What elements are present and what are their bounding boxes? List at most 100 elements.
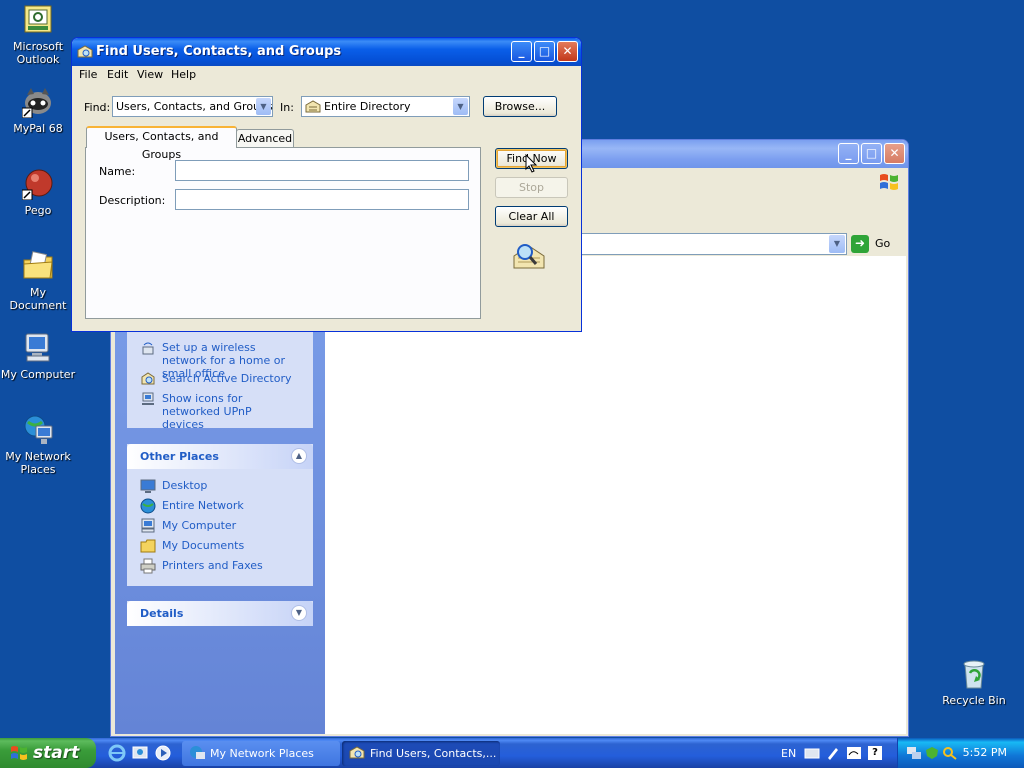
place-label: My Computer xyxy=(162,519,237,532)
outlook-icon xyxy=(22,4,54,36)
search-criteria-panel: Name: Description: xyxy=(85,147,481,319)
menu-bar: File Edit View Help xyxy=(75,66,578,85)
taskbar-item-find-users[interactable]: Find Users, Contacts,... xyxy=(342,741,500,766)
find-users-icon xyxy=(77,44,93,60)
find-label: Find: xyxy=(84,101,111,114)
find-type-select[interactable]: Users, Contacts, and Groups ▼ xyxy=(112,96,273,117)
chevron-down-icon[interactable]: ▼ xyxy=(291,605,307,621)
desktop-icon-outlook[interactable]: Microsoft Outlook xyxy=(0,4,76,66)
go-button[interactable]: ➜ Go xyxy=(851,235,897,253)
name-input[interactable] xyxy=(175,160,469,181)
place-label: My Documents xyxy=(162,539,245,552)
taskbar-item-network-places[interactable]: My Network Places xyxy=(182,741,340,766)
chevron-down-icon[interactable]: ▼ xyxy=(453,98,468,115)
desktop-icon-pego[interactable]: Pego xyxy=(0,168,76,217)
desktop-icon-label: My Network Places xyxy=(5,450,71,476)
internet-explorer-icon[interactable] xyxy=(108,744,126,762)
search-animation-icon xyxy=(512,240,546,274)
desktop-icon-label: Microsoft Outlook xyxy=(12,40,64,66)
description-input[interactable] xyxy=(175,189,469,210)
find-dialog-titlebar[interactable]: Find Users, Contacts, and Groups _ □ ✕ xyxy=(72,38,581,66)
clear-all-button[interactable]: Clear All xyxy=(495,206,568,227)
desktop: Microsoft Outlook MyPal 68 Pego My Docum… xyxy=(0,0,1024,738)
my-documents-icon xyxy=(140,538,156,554)
maximize-button[interactable]: □ xyxy=(534,41,555,62)
details-box: Details ▼ xyxy=(127,601,313,626)
stop-button[interactable]: Stop xyxy=(495,177,568,198)
desktop-icon-label: Recycle Bin xyxy=(942,694,1006,707)
desktop-icon-label: Pego xyxy=(24,204,52,217)
menu-view[interactable]: View xyxy=(137,68,163,81)
desktop-icon-label: My Document xyxy=(9,286,67,312)
close-button[interactable]: ✕ xyxy=(557,41,578,62)
start-label: start xyxy=(33,743,80,763)
keyboard-icon[interactable] xyxy=(804,746,820,760)
place-label: Printers and Faxes xyxy=(162,559,263,572)
printer-icon xyxy=(140,558,156,574)
find-users-dialog[interactable]: Find Users, Contacts, and Groups _ □ ✕ F… xyxy=(71,37,582,332)
desktop-icon-mypal[interactable]: MyPal 68 xyxy=(0,86,76,135)
my-documents-icon xyxy=(22,250,54,282)
desktop-icon-network-places[interactable]: My Network Places xyxy=(0,414,76,476)
desktop-icon-recycle-bin[interactable]: Recycle Bin xyxy=(936,658,1012,707)
chevron-up-icon[interactable]: ▲ xyxy=(291,448,307,464)
place-label: Entire Network xyxy=(162,499,244,512)
windows-logo-icon xyxy=(10,745,28,761)
mypal-icon xyxy=(21,86,54,119)
minimize-button[interactable]: _ xyxy=(838,143,859,164)
task-label: Show icons for networked UPnP devices xyxy=(162,392,252,431)
details-title: Details xyxy=(140,607,184,620)
clock[interactable]: 5:52 PM xyxy=(963,746,1007,759)
details-header[interactable]: Details ▼ xyxy=(127,601,313,626)
my-computer-icon xyxy=(22,332,54,364)
task-label: Search Active Directory xyxy=(162,372,292,385)
security-icon[interactable] xyxy=(924,746,940,760)
minimize-button[interactable]: _ xyxy=(511,41,532,62)
in-label: In: xyxy=(280,101,294,114)
desktop-icon-label: MyPal 68 xyxy=(13,122,63,135)
other-places-header[interactable]: Other Places ▲ xyxy=(127,444,313,469)
chevron-down-icon[interactable]: ▼ xyxy=(256,98,271,115)
my-computer-icon xyxy=(140,518,156,534)
name-label: Name: xyxy=(99,165,136,178)
desktop-icon-my-computer[interactable]: My Computer xyxy=(0,332,76,381)
upnp-icon xyxy=(140,391,156,407)
search-icon[interactable] xyxy=(942,746,958,760)
dialog-title: Find Users, Contacts, and Groups xyxy=(96,44,342,59)
start-button[interactable]: start xyxy=(0,738,96,768)
pego-icon xyxy=(21,168,54,201)
help-icon[interactable]: ? xyxy=(868,746,882,760)
find-users-icon xyxy=(349,745,365,761)
directory-icon xyxy=(305,99,321,115)
entire-network-icon xyxy=(140,498,156,514)
menu-edit[interactable]: Edit xyxy=(107,68,128,81)
taskbar-item-label: Find Users, Contacts,... xyxy=(370,747,497,760)
taskbar-item-label: My Network Places xyxy=(210,747,314,760)
close-button[interactable]: ✕ xyxy=(884,143,905,164)
tab-users-contacts-groups[interactable]: Users, Contacts, and Groups xyxy=(86,126,237,161)
show-desktop-icon[interactable] xyxy=(131,744,149,762)
other-places-title: Other Places xyxy=(140,450,219,463)
menu-file[interactable]: File xyxy=(79,68,97,81)
search-directory-icon xyxy=(140,371,156,387)
tab-advanced[interactable]: Advanced xyxy=(236,129,294,149)
language-indicator[interactable]: EN xyxy=(781,747,796,760)
mouse-cursor-icon xyxy=(525,153,539,174)
handwriting-icon[interactable] xyxy=(846,746,862,760)
go-arrow-icon: ➜ xyxy=(851,235,869,253)
menu-help[interactable]: Help xyxy=(171,68,196,81)
in-location-select[interactable]: Entire Directory ▼ xyxy=(301,96,470,117)
maximize-button[interactable]: □ xyxy=(861,143,882,164)
browse-button[interactable]: Browse... xyxy=(483,96,557,117)
media-player-icon[interactable] xyxy=(154,744,172,762)
desktop-icon-my-documents[interactable]: My Document xyxy=(0,250,76,312)
chevron-down-icon[interactable]: ▼ xyxy=(829,235,845,253)
pen-icon[interactable] xyxy=(826,746,840,760)
desktop-icon-label: My Computer xyxy=(0,368,76,381)
other-places-box: Other Places ▲ Desktop Entire Network My… xyxy=(127,444,313,586)
wireless-setup-icon xyxy=(140,340,156,356)
taskbar: start My Network Places Find Users, Cont… xyxy=(0,738,1024,768)
windows-flag-icon xyxy=(878,172,900,192)
recycle-bin-icon xyxy=(958,658,990,690)
network-status-icon[interactable] xyxy=(906,746,922,760)
